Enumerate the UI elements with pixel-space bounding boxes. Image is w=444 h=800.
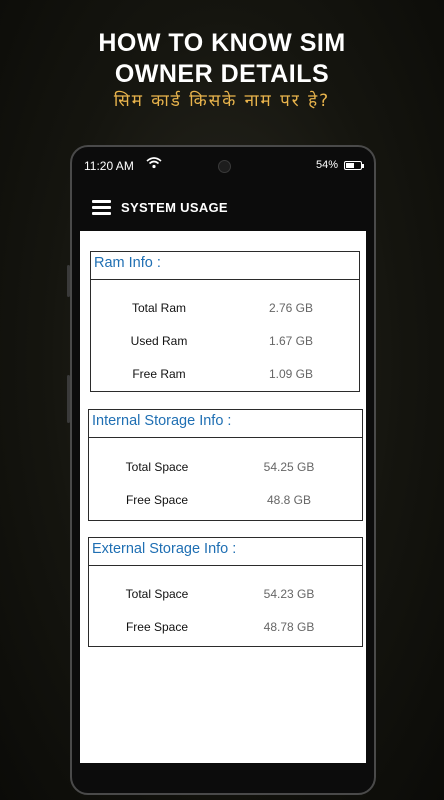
row-value: 1.09 GB (268, 367, 314, 381)
status-bar: 11:20 AM 54% (78, 153, 368, 179)
internal-storage-header: Internal Storage Info : (89, 410, 362, 438)
hamburger-menu-icon[interactable] (92, 200, 111, 215)
phone-bottom-bezel (78, 769, 368, 787)
table-row: Free Space 48.8 GB (89, 483, 362, 516)
external-storage-card: External Storage Info : Total Space 54.2… (88, 537, 363, 647)
battery-level-fill (346, 163, 354, 168)
phone-side-button (67, 375, 70, 423)
row-value: 48.78 GB (263, 620, 315, 634)
table-row: Free Space 48.78 GB (89, 610, 362, 643)
row-value: 48.8 GB (266, 493, 312, 507)
row-label: Free Ram (132, 367, 186, 381)
app-toolbar: SYSTEM USAGE (78, 187, 368, 227)
row-label: Used Ram (130, 334, 188, 348)
table-row: Used Ram 1.67 GB (91, 324, 359, 357)
row-value: 54.25 GB (263, 460, 315, 474)
internal-storage-card: Internal Storage Info : Total Space 54.2… (88, 409, 363, 521)
phone-frame: 11:20 AM 54% SYSTEM USAGE Ram Info : Tot… (67, 145, 376, 795)
row-label: Total Ram (131, 301, 187, 315)
row-label: Free Space (125, 493, 189, 507)
app-screen: Ram Info : Total Ram 2.76 GB Used Ram 1.… (80, 231, 366, 763)
promo-subtitle: सिम कार्ड किसके नाम पर हे? (113, 91, 331, 111)
front-camera-icon (218, 160, 231, 173)
table-row: Free Ram 1.09 GB (91, 357, 359, 390)
ram-info-card: Ram Info : Total Ram 2.76 GB Used Ram 1.… (90, 251, 360, 392)
row-label: Total Space (125, 587, 189, 601)
external-storage-header: External Storage Info : (89, 538, 362, 566)
promo-title-line2: OWNER DETAILS (114, 60, 330, 88)
table-row: Total Space 54.23 GB (89, 577, 362, 610)
row-label: Total Space (125, 460, 189, 474)
wifi-icon (146, 157, 162, 169)
row-value: 1.67 GB (268, 334, 314, 348)
phone-side-button (67, 265, 70, 297)
ram-info-header: Ram Info : (91, 252, 359, 280)
table-row: Total Space 54.25 GB (89, 450, 362, 483)
toolbar-title: SYSTEM USAGE (121, 200, 228, 215)
row-label: Free Space (125, 620, 189, 634)
table-row: Total Ram 2.76 GB (91, 291, 359, 324)
row-value: 54.23 GB (263, 587, 315, 601)
battery-icon (344, 161, 364, 170)
battery-percent: 54% (315, 159, 338, 171)
row-value: 2.76 GB (268, 301, 314, 315)
status-time: 11:20 AM (84, 159, 134, 173)
promo-title-line1: HOW TO KNOW SIM (98, 29, 346, 57)
